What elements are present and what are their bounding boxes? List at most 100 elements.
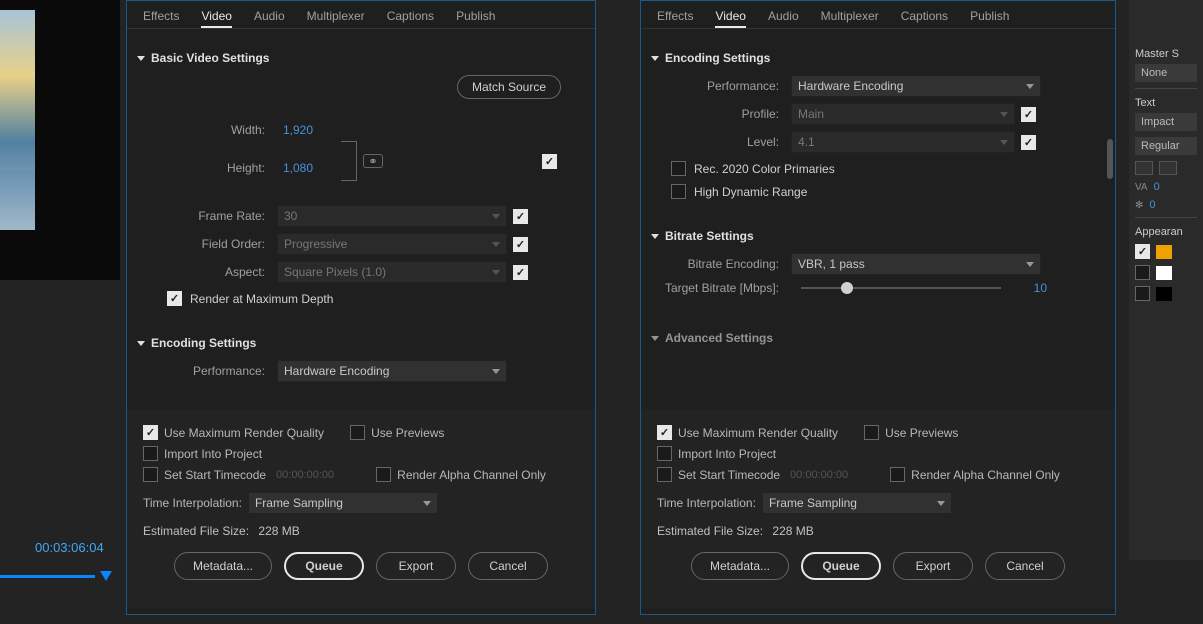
tabs: Effects Video Audio Multiplexer Captions…: [127, 1, 595, 29]
import-project-checkbox[interactable]: [143, 446, 158, 461]
font-select[interactable]: Impact: [1135, 113, 1197, 131]
settings-scroll: Basic Video Settings Match Source Width:…: [127, 29, 595, 409]
level-select[interactable]: 4.1: [791, 131, 1015, 153]
timeline[interactable]: [0, 565, 120, 585]
set-start-tc-checkbox[interactable]: [143, 467, 158, 482]
time-interp-select-r[interactable]: Frame Sampling: [762, 492, 952, 514]
profile-select[interactable]: Main: [791, 103, 1015, 125]
caret-down-icon: [492, 270, 500, 275]
render-max-depth-checkbox[interactable]: [167, 291, 182, 306]
caret-down-icon: [1000, 112, 1008, 117]
height-value[interactable]: 1,080: [277, 161, 313, 175]
metadata-button-r[interactable]: Metadata...: [691, 552, 789, 580]
timecode-value-r: 00:00:00:00: [790, 469, 848, 481]
use-max-render-checkbox[interactable]: [143, 425, 158, 440]
render-alpha-checkbox-r[interactable]: [890, 467, 905, 482]
cancel-button[interactable]: Cancel: [468, 552, 548, 580]
match-level-checkbox[interactable]: [1021, 135, 1036, 150]
tab-audio[interactable]: Audio: [768, 7, 799, 28]
export-button[interactable]: Export: [376, 552, 456, 580]
render-max-depth-label: Render at Maximum Depth: [190, 292, 333, 306]
stroke-checkbox[interactable]: [1135, 265, 1150, 280]
tab-captions[interactable]: Captions: [387, 7, 434, 28]
playhead-icon[interactable]: [100, 571, 112, 581]
tab-video[interactable]: Video: [201, 7, 231, 28]
caret-down-icon: [937, 501, 945, 506]
aspect-label: Aspect:: [137, 265, 277, 279]
tab-effects[interactable]: Effects: [657, 7, 693, 28]
appearance-label: Appearan: [1135, 226, 1197, 238]
spacing-value[interactable]: 0: [1149, 199, 1155, 211]
height-label: Height:: [137, 161, 277, 175]
queue-button-r[interactable]: Queue: [801, 552, 881, 580]
target-bitrate-label: Target Bitrate [Mbps]:: [651, 281, 791, 295]
use-previews-checkbox-r[interactable]: [864, 425, 879, 440]
advanced-header[interactable]: Advanced Settings: [651, 331, 1105, 345]
stroke-swatch[interactable]: [1156, 266, 1172, 280]
link-icon[interactable]: [363, 154, 383, 168]
tab-video[interactable]: Video: [715, 7, 745, 28]
tab-multiplexer[interactable]: Multiplexer: [307, 7, 365, 28]
set-start-tc-label: Set Start Timecode: [164, 468, 266, 482]
align-left-icon[interactable]: [1135, 161, 1153, 175]
encoding-header-r[interactable]: Encoding Settings: [651, 51, 1105, 65]
tab-effects[interactable]: Effects: [143, 7, 179, 28]
use-max-render-label-r: Use Maximum Render Quality: [678, 426, 838, 440]
export-button-r[interactable]: Export: [893, 552, 973, 580]
shadow-swatch[interactable]: [1156, 287, 1172, 301]
caret-down-icon: [492, 214, 500, 219]
encoding-title: Encoding Settings: [151, 336, 256, 350]
frame-rate-select[interactable]: 30: [277, 205, 507, 227]
preview-image-2: [0, 170, 35, 230]
caret-down-icon: [1000, 140, 1008, 145]
import-project-checkbox-r[interactable]: [657, 446, 672, 461]
cancel-button-r[interactable]: Cancel: [985, 552, 1065, 580]
tab-publish[interactable]: Publish: [970, 7, 1009, 28]
fill-swatch[interactable]: [1156, 245, 1172, 259]
weight-select[interactable]: Regular: [1135, 137, 1197, 155]
metadata-button[interactable]: Metadata...: [174, 552, 272, 580]
encoding-header[interactable]: Encoding Settings: [137, 336, 585, 350]
timecode[interactable]: 00:03:06:04: [35, 540, 104, 555]
scrollbar-thumb[interactable]: [1107, 139, 1113, 179]
use-previews-checkbox[interactable]: [350, 425, 365, 440]
performance-select[interactable]: Hardware Encoding: [277, 360, 507, 382]
set-start-tc-checkbox-r[interactable]: [657, 467, 672, 482]
aspect-select[interactable]: Square Pixels (1.0): [277, 261, 507, 283]
frame-rate-label: Frame Rate:: [137, 209, 277, 223]
basic-video-header[interactable]: Basic Video Settings: [137, 51, 585, 65]
fill-checkbox[interactable]: [1135, 244, 1150, 259]
width-value[interactable]: 1,920: [277, 123, 313, 137]
scrollbar[interactable]: [1107, 39, 1113, 409]
bitrate-header[interactable]: Bitrate Settings: [651, 229, 1105, 243]
tracking-value[interactable]: 0: [1154, 181, 1160, 193]
field-order-select[interactable]: Progressive: [277, 233, 507, 255]
render-alpha-checkbox[interactable]: [376, 467, 391, 482]
match-dim-checkbox[interactable]: [542, 154, 557, 169]
bitrate-encoding-select[interactable]: VBR, 1 pass: [791, 253, 1041, 275]
render-alpha-label-r: Render Alpha Channel Only: [911, 468, 1060, 482]
target-bitrate-slider[interactable]: [801, 287, 1001, 289]
match-profile-checkbox[interactable]: [1021, 107, 1036, 122]
rec2020-checkbox[interactable]: [671, 161, 686, 176]
match-framerate-checkbox[interactable]: [513, 209, 528, 224]
export-bottom-right: Use Maximum Render Quality Use Previews …: [641, 409, 1115, 609]
tab-publish[interactable]: Publish: [456, 7, 495, 28]
tab-audio[interactable]: Audio: [254, 7, 285, 28]
shadow-checkbox[interactable]: [1135, 286, 1150, 301]
master-style-select[interactable]: None: [1135, 64, 1197, 82]
use-max-render-checkbox-r[interactable]: [657, 425, 672, 440]
match-fieldorder-checkbox[interactable]: [513, 237, 528, 252]
performance-select-r[interactable]: Hardware Encoding: [791, 75, 1041, 97]
tab-captions[interactable]: Captions: [901, 7, 948, 28]
match-source-button[interactable]: Match Source: [457, 75, 561, 99]
match-aspect-checkbox[interactable]: [513, 265, 528, 280]
target-bitrate-value[interactable]: 10: [1017, 281, 1047, 295]
hdr-checkbox[interactable]: [671, 184, 686, 199]
slider-handle-icon[interactable]: [841, 282, 853, 294]
align-center-icon[interactable]: [1159, 161, 1177, 175]
basic-video-title: Basic Video Settings: [151, 51, 269, 65]
tab-multiplexer[interactable]: Multiplexer: [821, 7, 879, 28]
time-interp-select[interactable]: Frame Sampling: [248, 492, 438, 514]
queue-button[interactable]: Queue: [284, 552, 364, 580]
